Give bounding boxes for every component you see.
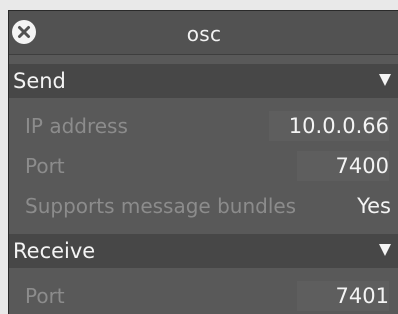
osc-settings-panel: osc Send IP address 10.0.0.66 Port 7400 …	[8, 10, 398, 314]
send-ip-address-row: IP address 10.0.0.66	[9, 106, 398, 146]
ip-address-field[interactable]: 10.0.0.66	[269, 111, 389, 141]
receive-port-row: Port 7401	[9, 276, 398, 314]
send-port-row: Port 7400	[9, 146, 398, 186]
receive-section-label: Receive	[13, 239, 96, 263]
screenshot-frame: osc Send IP address 10.0.0.66 Port 7400 …	[0, 0, 398, 314]
panel-title: osc	[186, 22, 222, 46]
receive-collapse-icon[interactable]	[379, 244, 391, 256]
bundles-label: Supports message bundles	[25, 194, 297, 218]
ip-address-label: IP address	[25, 114, 128, 138]
receive-port-field[interactable]: 7401	[297, 281, 389, 311]
send-section-label: Send	[13, 69, 66, 93]
send-collapse-icon[interactable]	[379, 74, 391, 86]
send-port-field[interactable]: 7400	[297, 151, 389, 181]
receive-section-header[interactable]: Receive	[9, 234, 398, 268]
send-port-label: Port	[25, 154, 65, 178]
bundles-toggle[interactable]: Yes	[351, 191, 391, 221]
send-section-header[interactable]: Send	[9, 64, 398, 98]
send-bundles-row: Supports message bundles Yes	[9, 186, 398, 226]
close-icon[interactable]	[12, 20, 36, 44]
panel-titlebar: osc	[9, 11, 398, 55]
receive-port-label: Port	[25, 284, 65, 308]
